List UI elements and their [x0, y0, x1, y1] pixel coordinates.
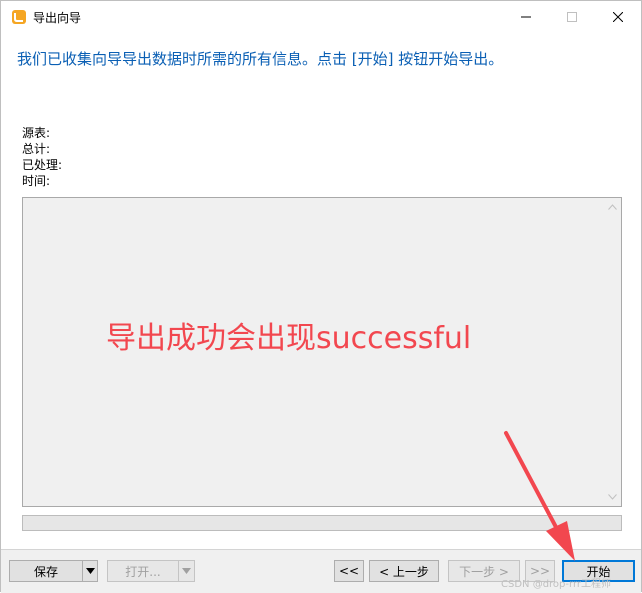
export-wizard-window: 导出向导 我们已收集向导导出数据时所需的所有信息。点击 [开始] 按钮开始导出。…	[0, 0, 642, 593]
minimize-button[interactable]	[503, 1, 549, 33]
close-icon	[613, 12, 623, 22]
chevron-down-icon	[182, 568, 191, 574]
maximize-icon	[567, 12, 577, 22]
open-split-button[interactable]: 打开...	[107, 560, 195, 582]
save-split-button[interactable]: 保存	[9, 560, 98, 582]
first-page-button[interactable]: <<	[334, 560, 364, 582]
time-label: 时间:	[22, 174, 51, 188]
scroll-up-icon[interactable]	[608, 204, 617, 210]
export-progress-bar	[22, 515, 622, 531]
scroll-down-icon[interactable]	[608, 494, 617, 500]
app-icon	[12, 10, 26, 24]
csdn-watermark: CSDN @drop-rrr工程师	[501, 579, 611, 590]
previous-step-button[interactable]: < 上一步	[369, 560, 439, 582]
source-table-label: 源表:	[22, 126, 51, 140]
close-button[interactable]	[595, 1, 641, 33]
window-title: 导出向导	[33, 11, 82, 25]
log-scrollbar[interactable]	[604, 198, 621, 506]
title-bar[interactable]: 导出向导	[1, 1, 641, 33]
save-button-label[interactable]: 保存	[10, 561, 82, 581]
open-button-label[interactable]: 打开...	[108, 561, 178, 581]
processed-label: 已处理:	[22, 158, 63, 172]
chevron-down-icon	[85, 568, 95, 574]
wizard-heading: 我们已收集向导导出数据时所需的所有信息。点击 [开始] 按钮开始导出。	[17, 50, 504, 68]
maximize-button[interactable]	[549, 1, 595, 33]
save-dropdown-arrow[interactable]	[83, 561, 97, 581]
minimize-icon	[521, 16, 531, 18]
total-label: 总计:	[22, 142, 51, 156]
open-dropdown-arrow[interactable]	[179, 561, 194, 581]
success-annotation: 导出成功会出现successful	[106, 321, 472, 356]
